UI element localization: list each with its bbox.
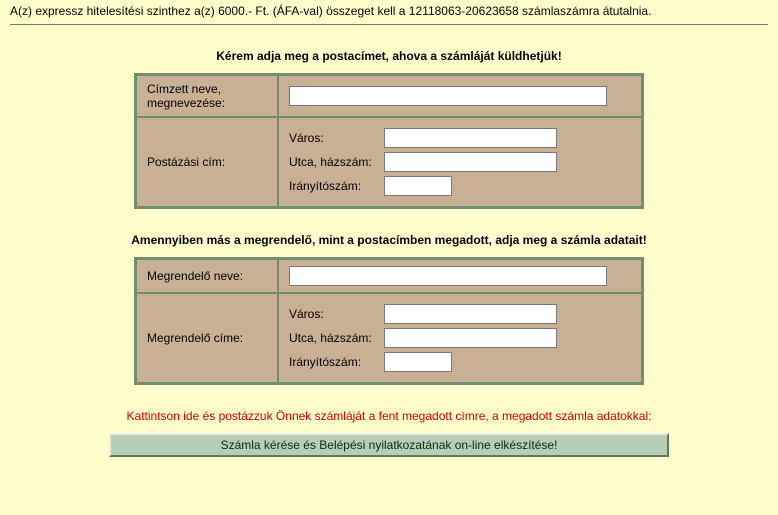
heading-postal-address: Kérem adja meg a postacímet, ahova a szá… [10, 49, 768, 63]
intro-text: A(z) expressz hitelesítési szinthez a(z)… [10, 4, 768, 18]
customer-street-label: Utca, házszám: [289, 331, 384, 345]
customer-zip-input[interactable] [384, 352, 452, 372]
postal-street-label: Utca, házszám: [289, 155, 384, 169]
instruction-text: Kattintson ide és postázzuk Önnek számlá… [10, 409, 768, 423]
postal-address-cell: Város: Utca, házszám: Irányítószám: [278, 117, 642, 207]
customer-city-input[interactable] [384, 304, 557, 324]
postal-address-table: Címzett neve, megnevezése: Postázási cím… [134, 73, 644, 209]
recipient-name-label: Címzett neve, megnevezése: [136, 75, 278, 117]
submit-button[interactable]: Számla kérése és Belépési nyilatkozatána… [109, 433, 669, 457]
customer-name-input[interactable] [289, 266, 607, 286]
postal-city-label: Város: [289, 131, 384, 145]
customer-city-label: Város: [289, 307, 384, 321]
recipient-name-label-line2: megnevezése: [147, 96, 225, 110]
customer-address-cell: Város: Utca, házszám: Irányítószám: [278, 293, 642, 383]
customer-name-cell [278, 259, 642, 293]
heading-customer-info: Amennyiben más a megrendelő, mint a post… [10, 233, 768, 247]
postal-zip-label: Irányítószám: [289, 179, 384, 193]
postal-street-input[interactable] [384, 152, 557, 172]
customer-info-table: Megrendelő neve: Megrendelő címe: Város:… [134, 257, 644, 385]
recipient-name-input[interactable] [289, 86, 607, 106]
recipient-name-label-line1: Címzett neve, [147, 82, 221, 96]
customer-street-input[interactable] [384, 328, 557, 348]
recipient-name-cell [278, 75, 642, 117]
postal-city-input[interactable] [384, 128, 557, 148]
postal-address-label: Postázási cím: [136, 117, 278, 207]
customer-name-label: Megrendelő neve: [136, 259, 278, 293]
customer-address-label: Megrendelő címe: [136, 293, 278, 383]
divider [10, 24, 768, 25]
customer-zip-label: Irányítószám: [289, 355, 384, 369]
postal-zip-input[interactable] [384, 176, 452, 196]
